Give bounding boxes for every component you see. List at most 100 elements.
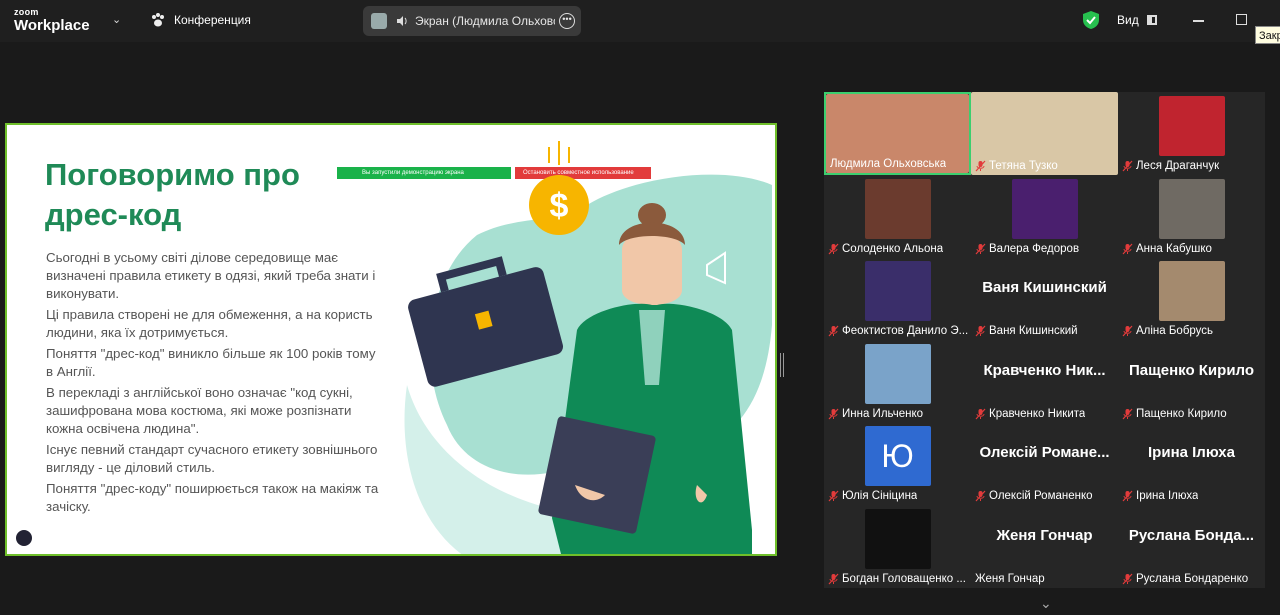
- muted-mic-icon: [1122, 490, 1133, 502]
- meeting-info-button[interactable]: Конференция: [150, 12, 251, 28]
- participant-name-text: Богдан Головащенко ...: [842, 572, 966, 585]
- sharer-avatar: [371, 13, 387, 29]
- muted-mic-icon: [828, 408, 839, 419]
- chevron-down-icon[interactable]: ⌄: [1040, 595, 1052, 612]
- annotate-icon[interactable]: [16, 530, 32, 546]
- participant-name-text: Аліна Бобрусь: [1136, 325, 1214, 337]
- muted-mic-icon: [1122, 160, 1133, 172]
- speaker-icon: [397, 16, 407, 26]
- participant-name: Кравченко Никита: [975, 408, 1085, 420]
- minimize-icon[interactable]: [1193, 20, 1204, 22]
- participant-name-text: Руслана Бондаренко: [1136, 572, 1249, 585]
- slide-body: Сьогодні в усьому світі ділове середовищ…: [46, 249, 386, 519]
- participant-tile[interactable]: Кравченко Ник... Кравченко Никита: [971, 339, 1118, 423]
- muted-mic-icon: [975, 243, 986, 254]
- participant-name: Валера Федоров: [975, 243, 1079, 255]
- participant-display-name: Ваня Кишинский: [982, 279, 1107, 296]
- slide-title: Поговоримо про дрес-код: [45, 157, 300, 232]
- participant-tile[interactable]: Инна Ильченко: [824, 339, 971, 423]
- muted-mic-icon: [1122, 325, 1133, 337]
- muted-mic-icon: [1122, 408, 1133, 419]
- zoom-logo[interactable]: zoom Workplace: [14, 7, 90, 34]
- participant-name: Анна Кабушко: [1122, 243, 1212, 255]
- participant-video: [1011, 178, 1078, 239]
- participant-tile[interactable]: Людмила Ольховська: [824, 92, 971, 175]
- participant-name-text: Людмила Ольховська: [830, 158, 947, 170]
- shared-screen: Поговоримо про дрес-код Сьогодні в усьом…: [5, 123, 777, 556]
- participant-name-text: Анна Кабушко: [1136, 242, 1212, 255]
- participant-name: Руслана Бондаренко: [1122, 573, 1248, 585]
- muted-mic-icon: [828, 490, 839, 502]
- participant-name: Аліна Бобрусь: [1122, 325, 1213, 337]
- participant-tile[interactable]: Ірина Ілюха Ірина Ілюха: [1118, 422, 1265, 505]
- participant-name-text: Ірина Ілюха: [1136, 490, 1199, 502]
- participant-tile[interactable]: Пащенко Кирило Пащенко Кирило: [1118, 339, 1265, 423]
- participant-tile[interactable]: Ю Юлія Сініцина: [824, 422, 971, 505]
- participant-name: Тетяна Тузко: [975, 160, 1058, 172]
- participant-name-text: Женя Гончар: [975, 572, 1045, 585]
- participant-display-name: Женя Гончар: [996, 526, 1093, 544]
- participant-tile[interactable]: Тетяна Тузко: [971, 92, 1118, 175]
- participant-name: Женя Гончар: [975, 573, 1045, 585]
- participant-tile[interactable]: Солоденко Альона: [824, 174, 971, 258]
- maximize-icon[interactable]: [1236, 14, 1247, 25]
- participant-video: [864, 508, 931, 569]
- participant-name: Инна Ильченко: [828, 408, 923, 420]
- participant-tile[interactable]: Анна Кабушко: [1118, 174, 1265, 258]
- muted-mic-icon: [828, 243, 839, 254]
- participant-name-text: Кравченко Никита: [989, 407, 1086, 420]
- resize-handle[interactable]: [780, 353, 784, 377]
- paw-icon: [152, 13, 164, 27]
- participant-name: Феоктистов Данило Э...: [828, 325, 968, 337]
- participant-tile[interactable]: Аліна Бобрусь: [1118, 257, 1265, 340]
- participant-display-name: Олексій Романе...: [979, 444, 1110, 461]
- participant-video: [1158, 178, 1225, 239]
- participant-tile[interactable]: Леся Драганчук: [1118, 92, 1265, 175]
- participant-name: Юлія Сініцина: [828, 490, 917, 502]
- top-bar: zoom Workplace ⌄ Конференция Экран (Людм…: [0, 0, 1280, 44]
- slide-paragraph: Поняття "дрес-коду" поширюється також на…: [46, 481, 379, 514]
- participant-name: Людмила Ольховська: [830, 158, 946, 170]
- slide-paragraph: Поняття "дрес-код" виникло більше як 100…: [46, 346, 376, 379]
- tooltip: Закр: [1255, 26, 1280, 44]
- svg-text:$: $: [550, 187, 569, 225]
- muted-mic-icon: [975, 160, 986, 172]
- view-label: Вид: [1117, 13, 1139, 27]
- participant-display-name: Пащенко Кирило: [1128, 361, 1255, 379]
- participant-name-text: Инна Ильченко: [842, 407, 924, 420]
- logo-line2: Workplace: [14, 17, 90, 34]
- participant-tile[interactable]: Ваня Кишинский Ваня Кишинский: [971, 257, 1118, 340]
- muted-mic-icon: [975, 408, 986, 419]
- participant-video: [864, 178, 931, 239]
- participant-tile[interactable]: Феоктистов Данило Э...: [824, 257, 971, 340]
- muted-mic-icon: [975, 490, 986, 502]
- share-label: Экран (Людмила Ольховська): [415, 14, 555, 28]
- participant-tile[interactable]: Олексій Романе... Олексій Романенко: [971, 422, 1118, 505]
- businesswoman-illustration: $: [404, 141, 772, 554]
- participant-tile[interactable]: Руслана Бонда... Руслана Бондаренко: [1118, 504, 1265, 588]
- participant-name: Пащенко Кирило: [1122, 408, 1227, 420]
- muted-mic-icon: [1122, 573, 1133, 584]
- participant-name-text: Леся Драганчук: [1136, 160, 1220, 172]
- participant-name: Леся Драганчук: [1122, 160, 1219, 172]
- participant-video: Ю: [864, 426, 931, 486]
- muted-mic-icon: [975, 325, 986, 337]
- grid-icon: [1146, 15, 1157, 25]
- logo-line1: zoom: [14, 7, 39, 17]
- more-icon[interactable]: •••: [559, 13, 575, 29]
- screen-share-indicator[interactable]: Экран (Людмила Ольховська) •••: [363, 6, 581, 36]
- chevron-down-icon[interactable]: ⌄: [112, 13, 121, 26]
- slide-paragraph: Сьогодні в усьому світі ділове середовищ…: [46, 250, 376, 301]
- muted-mic-icon: [828, 573, 839, 584]
- participant-tile[interactable]: Женя Гончар Женя Гончар: [971, 504, 1118, 588]
- participant-tile[interactable]: Валера Федоров: [971, 174, 1118, 258]
- participant-name: Ірина Ілюха: [1122, 490, 1198, 502]
- shield-icon[interactable]: [1083, 11, 1099, 29]
- view-button[interactable]: Вид: [1117, 13, 1157, 27]
- participant-display-name: Руслана Бонда...: [1128, 526, 1255, 544]
- participant-video: [864, 343, 931, 404]
- participant-tile[interactable]: Богдан Головащенко ...: [824, 504, 971, 588]
- participant-name-text: Тетяна Тузко: [989, 160, 1058, 172]
- participant-name-text: Феоктистов Данило Э...: [842, 325, 969, 337]
- participant-name-text: Солоденко Альона: [842, 242, 944, 255]
